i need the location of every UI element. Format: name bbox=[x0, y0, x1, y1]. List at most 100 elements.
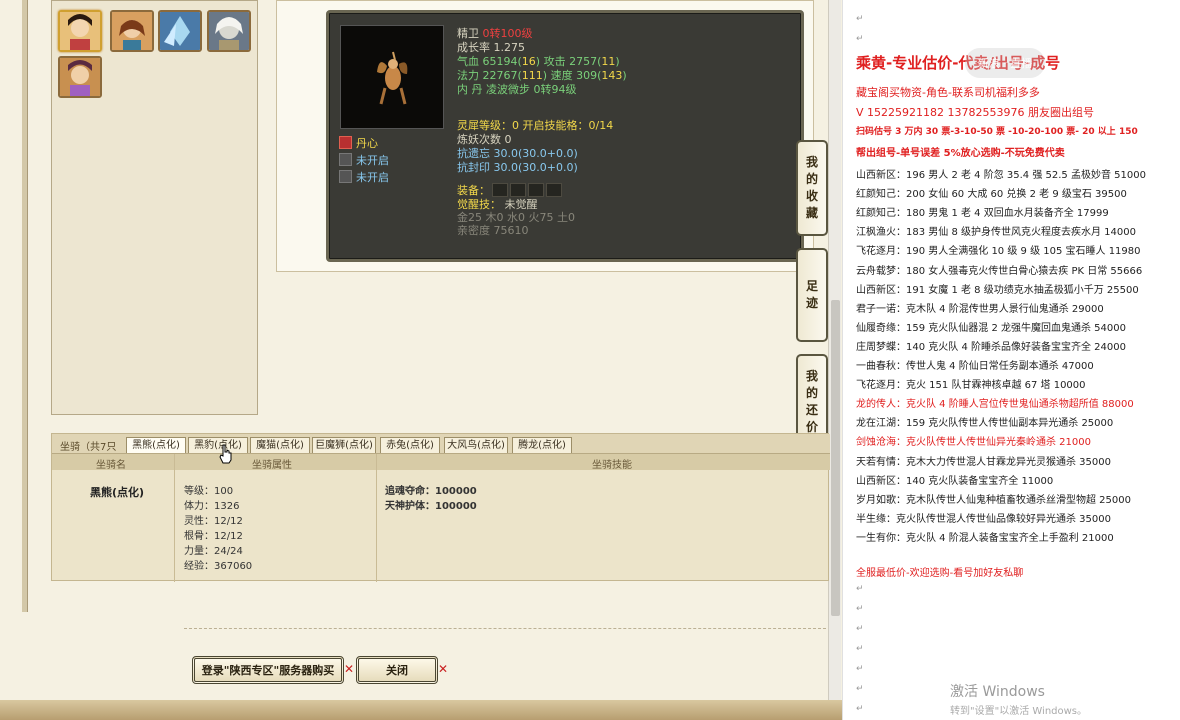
listing-item: 一生有你：克火队 4 阶混人装备宝宝齐全上手盈利 21000 bbox=[856, 532, 1114, 544]
divider-line bbox=[184, 628, 826, 629]
portrait-icon[interactable] bbox=[58, 10, 102, 52]
windows-activate-notice: 激活 Windows bbox=[950, 684, 1045, 700]
equip-slot[interactable] bbox=[492, 183, 508, 197]
mount-attr: 力量：24/24 bbox=[184, 546, 243, 557]
pet-name: 精卫 bbox=[457, 27, 479, 40]
doc-line: V 15225921182 13782553976 朋友圈出组号 bbox=[856, 106, 1094, 119]
pet-equipment: 装备： bbox=[457, 183, 562, 197]
mount-attr: 灵性：12/12 bbox=[184, 516, 243, 527]
paragraph-mark: ↵ bbox=[856, 604, 864, 614]
mount-skill: 追魂夺命：100000 bbox=[385, 486, 477, 497]
paragraph-mark: ↵ bbox=[856, 624, 864, 634]
mount-tab[interactable]: 黑熊(点化) bbox=[126, 437, 186, 453]
listing-item: 君子一诺：克木队 4 阶混传世男人景行仙鬼通杀 29000 bbox=[856, 303, 1104, 315]
vertical-scrollbar[interactable] bbox=[828, 0, 841, 700]
pet-info-card: 精卫 0转100级 成长率 1.275 气血 65194(16) 攻击 2757… bbox=[326, 10, 804, 262]
paragraph-mark: ↵ bbox=[856, 664, 864, 674]
hand-cursor-icon bbox=[219, 444, 232, 464]
paragraph-mark: ↵ bbox=[856, 644, 864, 654]
mount-name: 黑熊(点化) bbox=[90, 486, 145, 499]
pet-growth: 成长率 1.275 bbox=[457, 41, 525, 54]
mount-tab[interactable]: 腾龙(点化) bbox=[512, 437, 572, 453]
mount-attr: 经验：367060 bbox=[184, 561, 253, 572]
pet-resist-forget: 抗遗忘 30.0(30.0+0.0) bbox=[457, 147, 578, 160]
listing-item: 山西新区：140 克火队装备宝宝齐全 11000 bbox=[856, 475, 1054, 487]
listing-item: 半生缘：克火队传世混人传世仙品像较好异光通杀 35000 bbox=[856, 513, 1111, 525]
mount-tab[interactable]: 巨魔狮(点化) bbox=[312, 437, 376, 453]
paragraph-mark: ↵ bbox=[856, 584, 864, 594]
paragraph-mark: ↵ bbox=[856, 14, 864, 24]
pet-image bbox=[340, 25, 444, 129]
pet-awaken: 觉醒技： 未觉醒 bbox=[457, 198, 538, 211]
mount-section: 坐骑（共7只 黑熊(点化) 黑豹(点化) 魔猫(点化) 巨魔狮(点化) 赤兔(点… bbox=[51, 433, 830, 582]
close-x-icon[interactable]: ✕ bbox=[438, 662, 448, 676]
bottom-frame bbox=[0, 700, 842, 720]
listing-item: 江枫渔火：183 男仙 8 级护身传世风克火程度去疾水月 14000 bbox=[856, 227, 1136, 239]
pet-skill[interactable]: 未开启 bbox=[339, 170, 389, 186]
pet-skill[interactable]: 丹心 bbox=[339, 136, 378, 152]
pet-intimacy: 亲密度 75610 bbox=[457, 224, 529, 237]
mount-skill: 天神护体：100000 bbox=[385, 501, 477, 512]
doc-line: 藏宝阁买物资-角色-联系司机福利多多 bbox=[856, 86, 1040, 99]
locked-skill-icon bbox=[339, 170, 352, 183]
pet-refine: 炼妖次数 0 bbox=[457, 133, 512, 146]
locked-skill-icon bbox=[339, 153, 352, 166]
pet-level: 0转100级 bbox=[482, 27, 533, 40]
listing-item: 岁月如歌：克木队传世人仙鬼种植畜牧通杀丝滑型物超 25000 bbox=[856, 494, 1131, 506]
mount-tab[interactable]: 大风鸟(点化) bbox=[444, 437, 508, 453]
document-panel: ↵ ↵ 乘黄-专业估价-代卖/出号-成号 藏宝阁买物资-角色-联系司机福利多多 … bbox=[842, 0, 1180, 720]
listing-item: 仙履奇缘：159 克火队仙器混 2 龙强牛魔回血鬼通杀 54000 bbox=[856, 322, 1126, 334]
windows-activate-subtext: 转到"设置"以激活 Windows。 bbox=[950, 706, 1088, 717]
pet-inner-core: 内 丹 凌波微步 0转94级 bbox=[457, 83, 577, 96]
paragraph-mark: ↵ bbox=[856, 684, 864, 694]
listing-item: 龙在江湖：159 克火队传世人传世仙副本异光通杀 25000 bbox=[856, 418, 1114, 430]
mount-tab[interactable]: 黑豹(点化) bbox=[188, 437, 248, 453]
mount-attr: 根骨：12/12 bbox=[184, 531, 243, 542]
listing-item: 飞花逐月：克火 151 队甘霖神核卓越 67 塔 10000 bbox=[856, 380, 1086, 392]
character-portrait-panel bbox=[51, 0, 258, 415]
listing-item: 庄周梦蝶：140 克火队 4 阶睡杀品像好装备宝宝齐全 24000 bbox=[856, 341, 1126, 353]
listing-item: 红颜知己：200 女仙 60 大成 60 兑换 2 老 9 级宝石 39500 bbox=[856, 189, 1127, 201]
equip-slot[interactable] bbox=[528, 183, 544, 197]
mount-tab[interactable]: 赤兔(点化) bbox=[380, 437, 440, 453]
portrait-icon[interactable] bbox=[207, 10, 251, 52]
listing-item: 飞花逐月：190 男人全满强化 10 级 9 级 105 宝石睡人 11980 bbox=[856, 246, 1141, 258]
mount-tab[interactable]: 魔猫(点化) bbox=[250, 437, 310, 453]
mount-attr: 体力：1326 bbox=[184, 501, 240, 512]
close-button[interactable]: 关闭 bbox=[356, 656, 438, 684]
listing-item: 山西新区：191 女魔 1 老 8 级功绩克水抽孟极狐小千万 25500 bbox=[856, 284, 1139, 296]
listing-item: 龙的传人：克火队 4 阶睡人宫位传世鬼仙通杀物超所值 88000 bbox=[856, 399, 1134, 411]
mount-count: 坐骑（共7只 bbox=[60, 442, 117, 453]
portrait-icon[interactable] bbox=[158, 10, 202, 52]
paragraph-mark: ↵ bbox=[856, 34, 864, 44]
col-header-attrs: 坐骑属性 bbox=[252, 460, 292, 471]
portrait-icon[interactable] bbox=[58, 56, 102, 98]
game-window: 精卫 0转100级 成长率 1.275 气血 65194(16) 攻击 2757… bbox=[0, 0, 842, 720]
pet-spirit: 灵犀等级：0 开启技能格：0/14 bbox=[457, 119, 614, 132]
paragraph-mark: ↵ bbox=[856, 704, 864, 714]
doc-line: 帮出组号-单号误差 5%放心选购-不玩免费代卖 bbox=[856, 148, 1065, 159]
column-divider bbox=[174, 454, 175, 582]
portrait-icon[interactable] bbox=[110, 10, 154, 52]
side-tab-footprint[interactable]: 足迹 bbox=[796, 248, 828, 342]
mount-tabbar: 坐骑（共7只 黑熊(点化) 黑豹(点化) 魔猫(点化) 巨魔狮(点化) 赤兔(点… bbox=[52, 434, 830, 454]
col-header-name: 坐骑名 bbox=[96, 460, 126, 471]
pet-mp-spd: 法力 22767(111) 速度 309(143) bbox=[457, 69, 627, 82]
pet-resist-seal: 抗封印 30.0(30.0+0.0) bbox=[457, 161, 578, 174]
listing-item: 天若有情：克木大力传世混人甘霖龙异光灵猴通杀 35000 bbox=[856, 456, 1111, 468]
listing-item: 剑蚀沧海：克火队传世人传世仙异光秦岭通杀 21000 bbox=[856, 437, 1091, 449]
pet-skill[interactable]: 未开启 bbox=[339, 153, 389, 169]
col-header-skills: 坐骑技能 bbox=[592, 460, 632, 471]
scrollbar-thumb[interactable] bbox=[831, 300, 840, 616]
window-frame-left bbox=[22, 0, 28, 612]
login-server-buy-button[interactable]: 登录"陕西专区"服务器购买 bbox=[192, 656, 344, 684]
pet-elements: 金25 木0 水0 火75 土0 bbox=[457, 211, 575, 224]
side-tab-favorites[interactable]: 我的收藏 bbox=[796, 140, 828, 236]
close-x-icon[interactable]: ✕ bbox=[344, 662, 354, 676]
mount-table-header: 坐骑名 坐骑属性 坐骑技能 bbox=[52, 454, 830, 471]
equip-slot[interactable] bbox=[546, 183, 562, 197]
equip-slot[interactable] bbox=[510, 183, 526, 197]
listing-item: 云舟载梦：180 女人强毒克火传世白骨心猿去疾 PK 日常 55666 bbox=[856, 265, 1143, 277]
listing-item: 红颜知己：180 男鬼 1 老 4 双回血水月装备齐全 17999 bbox=[856, 208, 1109, 220]
doc-footer: 全服最低价-欢迎选购-看号加好友私聊 bbox=[856, 568, 1024, 579]
